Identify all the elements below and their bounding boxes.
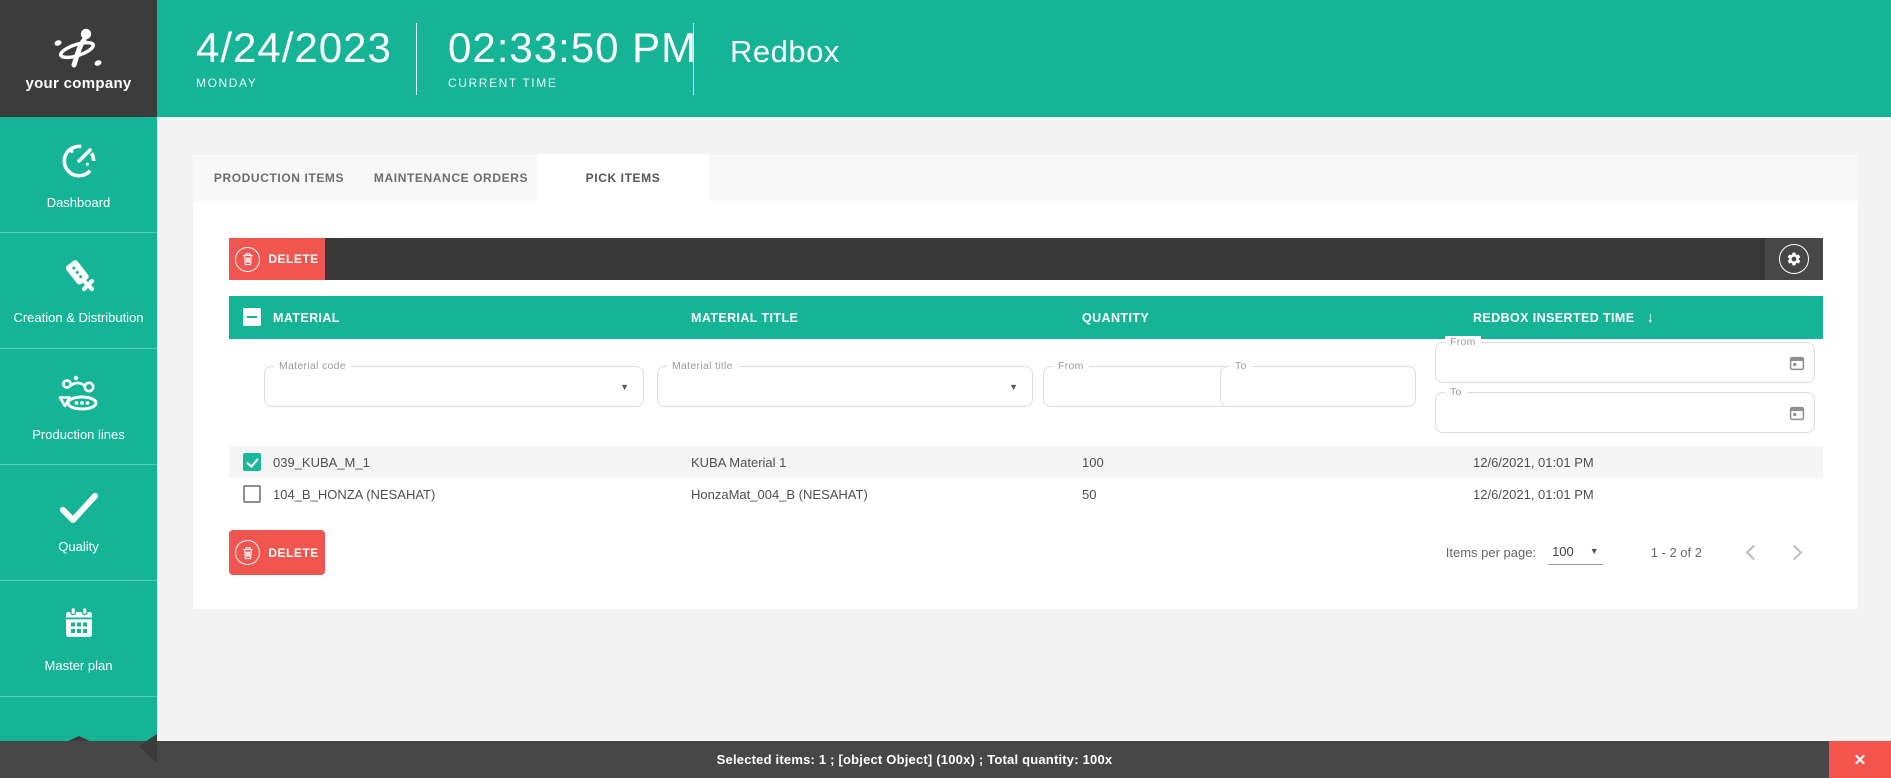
date-from-filter: From	[1435, 342, 1815, 383]
row-checkbox[interactable]	[243, 453, 261, 471]
sidebar-item-master-plan[interactable]: Master plan	[0, 581, 157, 697]
header-divider	[416, 23, 417, 95]
header-divider	[693, 23, 694, 95]
page-title: Redbox	[730, 34, 840, 70]
chevron-down-icon: ▼	[1590, 546, 1599, 556]
sidebar-item-label: Quality	[56, 540, 100, 555]
cell-quantity: 100	[1082, 446, 1104, 478]
table-header-row: MATERIAL MATERIAL TITLE QUANTITY REDBOX …	[229, 296, 1823, 339]
material-code-filter-input[interactable]	[265, 367, 643, 406]
delete-selected-button[interactable]: DELETE	[229, 238, 325, 280]
column-header-material[interactable]: MATERIAL	[273, 296, 340, 339]
column-header-quantity[interactable]: QUANTITY	[1082, 296, 1149, 339]
sidebar-item-label: Creation & Distribution	[11, 311, 145, 326]
sidebar-item-production-lines[interactable]: Production lines	[0, 349, 157, 465]
table-row[interactable]: 039_KUBA_M_1 KUBA Material 1 100 12/6/20…	[229, 446, 1823, 478]
status-bar-close-button[interactable]: ✕	[1829, 741, 1891, 778]
items-per-page-select[interactable]: 100 ▼	[1548, 540, 1603, 565]
table-row[interactable]: 104_B_HONZA (NESAHAT) HonzaMat_004_B (NE…	[229, 478, 1823, 510]
cell-material-title: HonzaMat_004_B (NESAHAT)	[691, 478, 868, 510]
redbox-app: your company Dashboard	[0, 0, 1891, 778]
current-time: 02:33:50 PM	[448, 27, 693, 69]
trash-icon	[235, 247, 260, 272]
column-header-label: REDBOX INSERTED TIME	[1473, 311, 1635, 325]
company-logo[interactable]: your company	[0, 0, 157, 117]
current-time-label: CURRENT TIME	[448, 76, 693, 90]
cell-material: 104_B_HONZA (NESAHAT)	[273, 478, 435, 510]
pagination: Items per page: 100 ▼ 1 - 2 of 2	[1446, 537, 1800, 567]
gauge-icon	[58, 139, 100, 186]
calendar-picker-icon[interactable]	[1789, 405, 1805, 421]
filter-row: Material code ▼ Material title ▼ From To…	[229, 339, 1823, 446]
column-header-redbox-inserted-time[interactable]: REDBOX INSERTED TIME ↓	[1473, 296, 1654, 339]
delete-button-label: DELETE	[268, 546, 318, 560]
sidebar-item-creation-distribution[interactable]: Creation & Distribution	[0, 233, 157, 349]
sidebar-item-quality[interactable]: Quality	[0, 465, 157, 581]
production-line-icon	[56, 371, 102, 418]
items-per-page-value: 100	[1552, 544, 1574, 559]
current-day: MONDAY	[196, 76, 416, 90]
top-header: 4/24/2023 MONDAY 02:33:50 PM CURRENT TIM…	[157, 0, 1891, 117]
calendar-picker-icon[interactable]	[1789, 355, 1805, 371]
company-logo-text: your company	[25, 75, 131, 92]
row-checkbox[interactable]	[243, 485, 261, 503]
delete-button[interactable]: DELETE	[229, 530, 325, 575]
header-date-block: 4/24/2023 MONDAY	[196, 27, 416, 90]
sidebar-item-label: Production lines	[30, 428, 127, 443]
previous-page-button[interactable]	[1746, 544, 1762, 560]
pick-items-panel: DELETE MATERIAL MATERIAL TITLE QUANTITY …	[193, 201, 1858, 609]
cell-inserted-time: 12/6/2021, 01:01 PM	[1473, 446, 1594, 478]
gear-icon	[1779, 244, 1809, 274]
company-logo-icon	[50, 26, 108, 72]
quantity-to-filter: To	[1220, 366, 1416, 407]
header-time-block: 02:33:50 PM CURRENT TIME	[448, 27, 693, 90]
tab-maintenance-orders[interactable]: MAINTENANCE ORDERS	[365, 154, 537, 201]
tab-bar: PRODUCTION ITEMS MAINTENANCE ORDERS PICK…	[193, 154, 1858, 201]
sort-desc-icon: ↓	[1647, 309, 1655, 326]
quantity-from-filter: From	[1043, 366, 1230, 407]
date-from-filter-input[interactable]	[1436, 343, 1814, 382]
bulk-actions-toolbar: DELETE	[229, 238, 1823, 280]
column-header-material-title[interactable]: MATERIAL TITLE	[691, 296, 798, 339]
material-title-filter: Material title ▼	[657, 366, 1033, 407]
cell-inserted-time: 12/6/2021, 01:01 PM	[1473, 478, 1594, 510]
material-title-filter-input[interactable]	[658, 367, 1032, 406]
close-icon: ✕	[1854, 751, 1867, 769]
pagination-range: 1 - 2 of 2	[1651, 545, 1702, 560]
check-icon	[56, 491, 102, 530]
calendar-icon	[58, 604, 100, 649]
items-per-page-label: Items per page:	[1446, 545, 1536, 560]
cell-material: 039_KUBA_M_1	[273, 446, 370, 478]
tab-pick-items[interactable]: PICK ITEMS	[537, 154, 709, 201]
selection-status-message: Selected items: 1 ; [object Object] (100…	[0, 741, 1829, 778]
sidebar-item-label: Master plan	[43, 659, 115, 674]
sidebar-item-label: Dashboard	[45, 196, 113, 211]
cell-quantity: 50	[1082, 478, 1096, 510]
sidebar-item-dashboard[interactable]: Dashboard	[0, 117, 157, 233]
delete-button-label: DELETE	[268, 252, 318, 266]
cell-material-title: KUBA Material 1	[691, 446, 786, 478]
current-date: 4/24/2023	[196, 27, 416, 69]
date-to-filter: To	[1435, 392, 1815, 433]
tab-production-items[interactable]: PRODUCTION ITEMS	[193, 154, 365, 201]
sidebar: your company Dashboard	[0, 0, 157, 778]
quantity-from-filter-input[interactable]	[1044, 367, 1229, 406]
trash-icon	[235, 540, 260, 565]
quantity-to-filter-input[interactable]	[1221, 367, 1415, 406]
table-settings-button[interactable]	[1765, 238, 1823, 280]
selection-status-bar: Selected items: 1 ; [object Object] (100…	[0, 741, 1891, 778]
date-to-filter-input[interactable]	[1436, 393, 1814, 432]
material-code-filter: Material code ▼	[264, 366, 644, 407]
select-all-checkbox[interactable]	[243, 308, 261, 326]
ticket-icon	[58, 256, 100, 301]
next-page-button[interactable]	[1787, 544, 1803, 560]
